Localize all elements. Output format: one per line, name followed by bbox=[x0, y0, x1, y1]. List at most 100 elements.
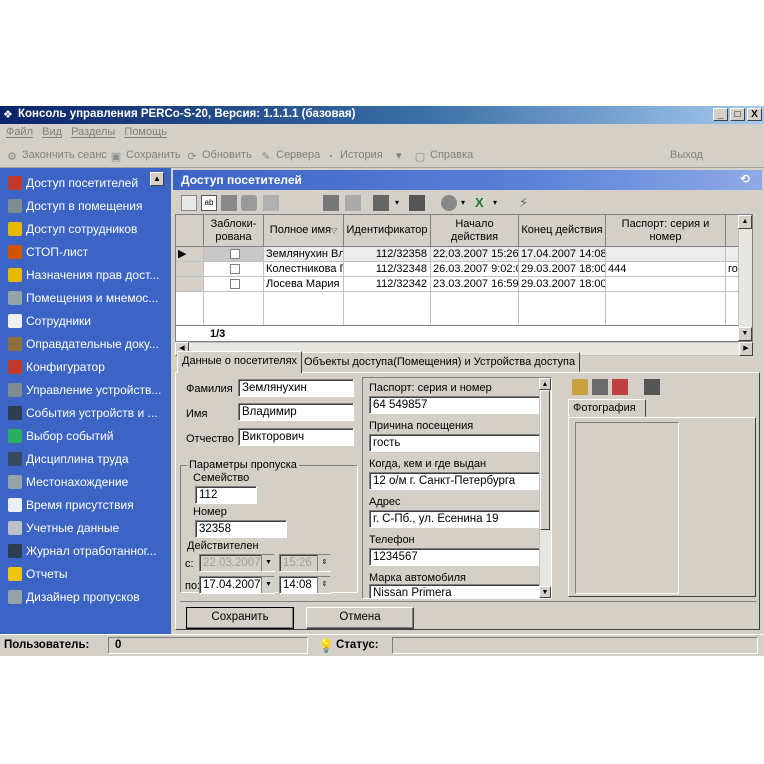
to-date-dropdown-icon[interactable]: ▼ bbox=[261, 577, 275, 593]
menu-help[interactable]: Помощь bbox=[124, 126, 167, 138]
passport-field[interactable]: 64 549857 bbox=[369, 396, 543, 414]
table-cell[interactable]: Землянухин Вл bbox=[264, 247, 344, 262]
details-vertical-scrollbar[interactable]: ▲ ▼ bbox=[539, 378, 551, 598]
grid-view-icon[interactable] bbox=[409, 195, 425, 211]
row-indicator[interactable]: ▶ bbox=[176, 247, 204, 262]
table-cell[interactable]: 23.03.2007 16:59: bbox=[431, 277, 519, 292]
table-cell[interactable]: 112/32342 bbox=[344, 277, 431, 292]
sidebar-item[interactable]: Доступ в помещения bbox=[0, 195, 171, 217]
address-field[interactable]: г. С-Пб., ул. Есенина 19 bbox=[369, 510, 543, 528]
table-header-cell[interactable]: Идентификатор bbox=[344, 215, 431, 247]
phone-field[interactable]: 1234567 bbox=[369, 548, 543, 566]
blocked-checkbox[interactable] bbox=[229, 264, 240, 274]
table-cell-blocked[interactable] bbox=[204, 277, 264, 292]
exit-button[interactable]: Выход bbox=[670, 149, 703, 161]
maximize-button[interactable]: □ bbox=[730, 108, 745, 121]
close-button[interactable]: X bbox=[747, 108, 762, 121]
history-button[interactable]: ◔ История bbox=[324, 149, 383, 163]
sidebar-item[interactable]: Выбор событий bbox=[0, 425, 171, 447]
save-toolbar-button[interactable]: ▣ Сохранить bbox=[110, 149, 181, 163]
new-record-icon[interactable] bbox=[181, 195, 197, 211]
menu-file[interactable]: Файл bbox=[6, 126, 33, 138]
details-scroll-up-icon[interactable]: ▲ bbox=[539, 378, 551, 390]
sidebar-item[interactable]: Управление устройств... bbox=[0, 379, 171, 401]
end-session-button[interactable]: ⚙ Закончить сеанс bbox=[6, 149, 107, 163]
help-button[interactable]: ▢ Справка bbox=[414, 149, 473, 163]
panel-refresh-icon[interactable]: ⟲ bbox=[740, 172, 756, 188]
open-photo-icon[interactable] bbox=[572, 379, 588, 395]
family-field[interactable]: 112 bbox=[195, 486, 257, 504]
sidebar-item[interactable]: Доступ посетителей bbox=[0, 172, 171, 194]
table-cell-blocked[interactable] bbox=[204, 262, 264, 277]
grid-tool-icon[interactable] bbox=[221, 195, 237, 211]
sidebar-item[interactable]: Оправдательные доку... bbox=[0, 333, 171, 355]
table-cell[interactable] bbox=[606, 247, 726, 262]
row-indicator[interactable] bbox=[176, 277, 204, 292]
table-cell[interactable]: 17.04.2007 14:08: bbox=[519, 247, 606, 262]
table-scroll-up-icon[interactable]: ▲ bbox=[738, 215, 752, 229]
tab-access-objects[interactable]: Объекты доступа(Помещения) и Устройства … bbox=[299, 352, 581, 372]
table-cell[interactable]: Колестникова Г bbox=[264, 262, 344, 277]
reason-field[interactable]: гость bbox=[369, 434, 543, 452]
table-cell[interactable] bbox=[606, 277, 726, 292]
details-scroll-thumb[interactable] bbox=[540, 390, 550, 530]
name-field[interactable]: Владимир bbox=[238, 403, 354, 421]
refresh-button[interactable]: ⟳ Обновить bbox=[186, 149, 251, 163]
text-field-icon[interactable]: ab bbox=[201, 195, 217, 211]
number-field[interactable]: 32358 bbox=[195, 520, 287, 538]
table-cell[interactable]: 26.03.2007 9:02:0 bbox=[431, 262, 519, 277]
excel-export-icon[interactable]: X bbox=[475, 195, 491, 211]
table-cell[interactable]: 112/32358 bbox=[344, 247, 431, 262]
table-cell[interactable]: 29.03.2007 18:00: bbox=[519, 262, 606, 277]
sidebar-item[interactable]: СТОП-лист bbox=[0, 241, 171, 263]
table-cell[interactable]: Лосева Мария ( bbox=[264, 277, 344, 292]
car-field[interactable]: Nissan Primera bbox=[369, 584, 543, 598]
to-time-spinner-icon[interactable]: ⇕ bbox=[317, 577, 331, 593]
grid-edit-icon[interactable] bbox=[345, 195, 361, 211]
sidebar-item[interactable]: Доступ сотрудников bbox=[0, 218, 171, 240]
sidebar-item[interactable]: Дисциплина труда bbox=[0, 448, 171, 470]
cancel-button[interactable]: Отмена bbox=[306, 607, 414, 629]
blocked-checkbox[interactable] bbox=[229, 249, 240, 259]
sidebar-item[interactable]: Дизайнер пропусков bbox=[0, 586, 171, 608]
grid-filter-icon[interactable] bbox=[323, 195, 339, 211]
table-cell[interactable]: 29.03.2007 18:00: bbox=[519, 277, 606, 292]
sidebar-item[interactable]: Помещения и мнемос... bbox=[0, 287, 171, 309]
table-header-cell[interactable]: Заблоки- рована bbox=[204, 215, 264, 247]
grid-settings-icon[interactable] bbox=[241, 195, 257, 211]
sidebar-item[interactable]: Отчеты bbox=[0, 563, 171, 585]
tab-visitor-data[interactable]: Данные о посетителях bbox=[177, 351, 303, 373]
menu-view[interactable]: Вид bbox=[42, 126, 62, 138]
blocked-checkbox[interactable] bbox=[229, 279, 240, 289]
servers-button[interactable]: ✎ Сервера bbox=[260, 149, 320, 163]
menu-sections[interactable]: Разделы bbox=[71, 126, 115, 138]
table-cell[interactable]: 444 bbox=[606, 262, 726, 277]
save-button[interactable]: Сохранить bbox=[186, 607, 294, 629]
print-icon[interactable] bbox=[441, 195, 457, 211]
history-dropdown-icon[interactable]: ▾ bbox=[396, 149, 402, 162]
grid-copy-icon[interactable] bbox=[263, 195, 279, 211]
table-header-cell[interactable]: Паспорт: серия и номер bbox=[606, 215, 726, 247]
delete-photo-icon[interactable] bbox=[612, 379, 628, 395]
table-cell[interactable]: 112/32348 bbox=[344, 262, 431, 277]
issued-field[interactable]: 12 о/м г. Санкт-Петербурга bbox=[369, 472, 543, 490]
camera-icon[interactable] bbox=[592, 379, 608, 395]
sidebar-item[interactable]: Журнал отработанног... bbox=[0, 540, 171, 562]
table-scroll-down-icon[interactable]: ▼ bbox=[738, 327, 752, 341]
grid-columns-icon[interactable] bbox=[373, 195, 389, 211]
export-dropdown-icon[interactable]: ▾ bbox=[493, 195, 509, 211]
sidebar-item[interactable]: Учетные данные bbox=[0, 517, 171, 539]
minimize-button[interactable]: _ bbox=[713, 108, 728, 121]
table-header-cell[interactable]: Конец действия bbox=[519, 215, 606, 247]
sidebar-item[interactable]: События устройств и ... bbox=[0, 402, 171, 424]
scroll-right-icon[interactable]: ▶ bbox=[739, 342, 753, 356]
table-cell[interactable]: 22.03.2007 15:26: bbox=[431, 247, 519, 262]
table-header-cell[interactable]: Начало действия bbox=[431, 215, 519, 247]
table-header-cell[interactable]: Полное имя ▽ bbox=[264, 215, 344, 247]
sidebar-item[interactable]: Конфигуратор bbox=[0, 356, 171, 378]
details-scroll-down-icon[interactable]: ▼ bbox=[539, 586, 551, 598]
lightning-icon[interactable]: ⚡ bbox=[519, 195, 535, 211]
surname-field[interactable]: Землянухин bbox=[238, 379, 354, 397]
table-vertical-scrollbar[interactable]: ▲ ▼ bbox=[738, 215, 752, 341]
table-cell-blocked[interactable] bbox=[204, 247, 264, 262]
